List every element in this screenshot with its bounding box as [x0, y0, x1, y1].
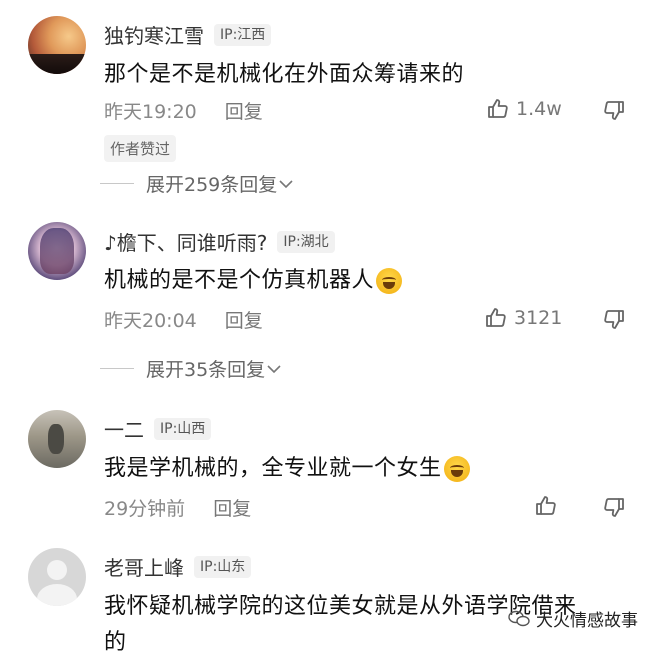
wechat-icon	[508, 610, 530, 626]
avatar[interactable]	[28, 410, 86, 468]
chevron-down-icon	[267, 364, 281, 373]
ip-location-badge: IP:湖北	[277, 230, 335, 253]
expand-replies-label: 展开259条回复	[146, 174, 278, 196]
watermark: 大火情感故事	[508, 606, 638, 631]
comment-time: 昨天20:04	[104, 310, 197, 332]
default-avatar-body	[37, 584, 77, 606]
thumbs-up-icon	[488, 99, 508, 118]
username[interactable]: ♪檐下、同谁听雨?	[104, 227, 267, 256]
username[interactable]: 独钓寒江雪	[104, 20, 204, 49]
comment-text: 机械的是不是个仿真机器人	[104, 262, 403, 294]
expand-replies-button[interactable]: 展开259条回复	[100, 170, 295, 197]
like-button[interactable]: 1.4w	[486, 97, 562, 121]
comment-text-line2: 的	[104, 630, 127, 655]
thumbs-down-icon	[604, 310, 624, 329]
comment-text-content: 我是学机械的，全专业就一个女生	[104, 456, 442, 481]
ip-location-badge: IP:江西	[214, 23, 272, 46]
comment-text-content: 机械的是不是个仿真机器人	[104, 268, 375, 293]
avatar[interactable]	[28, 222, 86, 280]
divider	[100, 368, 134, 369]
thumbs-down-icon	[604, 498, 624, 517]
avatar[interactable]	[28, 548, 86, 606]
laughing-tears-emoji-icon	[376, 268, 403, 294]
username[interactable]: 一二	[104, 414, 144, 443]
reply-button[interactable]: 回复	[225, 306, 263, 333]
dislike-button[interactable]	[602, 495, 626, 523]
comment-time: 昨天19:20	[104, 101, 197, 123]
ip-location-badge: IP:山西	[154, 417, 212, 440]
reply-button[interactable]: 回复	[213, 494, 251, 521]
ip-location-badge: IP:山东	[194, 555, 252, 578]
expand-replies-button[interactable]: 展开35条回复	[100, 355, 283, 382]
chevron-down-icon	[279, 179, 293, 188]
comment-text: 我是学机械的，全专业就一个女生	[104, 450, 470, 482]
comment-text: 那个是不是机械化在外面众筹请来的	[104, 62, 465, 87]
like-button[interactable]	[534, 494, 558, 518]
thumbs-down-icon	[604, 101, 624, 120]
like-count: 3121	[514, 307, 563, 329]
expand-replies-label: 展开35条回复	[146, 359, 266, 381]
dislike-button[interactable]	[602, 98, 626, 126]
comment-text: 我怀疑机械学院的这位美女就是从外语学院借来	[104, 594, 577, 619]
default-avatar-head	[47, 560, 67, 580]
divider	[100, 183, 134, 184]
laughing-tears-emoji-icon	[443, 456, 470, 482]
avatar[interactable]	[28, 16, 86, 74]
like-count: 1.4w	[516, 98, 562, 120]
like-button[interactable]: 3121	[484, 306, 562, 330]
author-liked-badge: 作者赞过	[104, 135, 177, 162]
thumbs-up-icon	[486, 308, 506, 327]
username[interactable]: 老哥上峰	[104, 552, 184, 581]
watermark-text: 大火情感故事	[536, 611, 638, 631]
comment-time: 29分钟前	[104, 498, 186, 520]
reply-button[interactable]: 回复	[225, 97, 263, 124]
dislike-button[interactable]	[602, 307, 626, 335]
thumbs-up-icon	[536, 496, 556, 515]
